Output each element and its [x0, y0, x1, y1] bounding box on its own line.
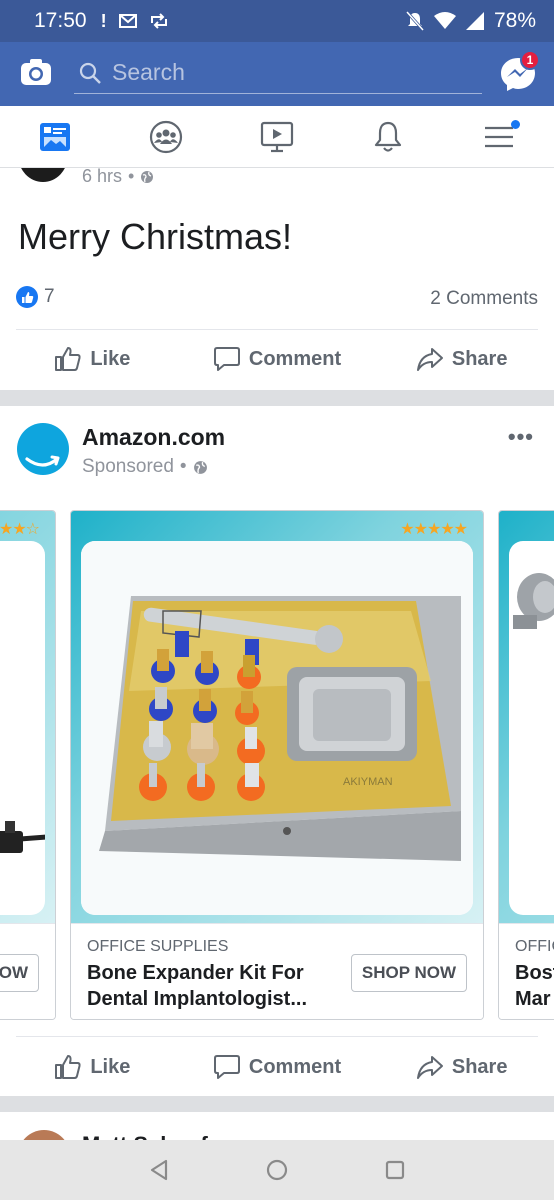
watch-icon: [260, 121, 294, 153]
groups-icon: [150, 120, 183, 154]
tab-menu[interactable]: [443, 106, 554, 168]
tab-notifications[interactable]: [332, 106, 443, 168]
carousel-card[interactable]: ★★★☆ OW: [0, 510, 56, 1020]
product-image: AKIYMAN ★★★★★: [71, 511, 483, 923]
tab-watch[interactable]: [222, 106, 333, 168]
globe-icon: [193, 460, 207, 474]
recents-icon[interactable]: [384, 1159, 406, 1181]
battery-level: 78%: [493, 9, 536, 32]
comment-button[interactable]: Comment: [185, 1054, 370, 1080]
like-button[interactable]: Like: [0, 1054, 185, 1080]
post-meta: 6 hrs •: [82, 168, 154, 187]
signal-icon: [465, 12, 484, 30]
post-card: 6 hrs • Merry Christmas! 7 2 Comments Li…: [0, 168, 554, 390]
like-icon: [55, 1055, 81, 1079]
share-icon: [416, 1056, 443, 1079]
like-reaction-icon: [16, 286, 38, 308]
comments-count[interactable]: 2 Comments: [430, 288, 538, 310]
status-bar: 17:50 ! 78%: [0, 0, 554, 42]
comment-icon: [213, 1055, 240, 1079]
advertiser-avatar[interactable]: [17, 423, 69, 475]
globe-icon: [141, 170, 154, 183]
carousel-card[interactable]: OFFIC Bost Mar: [498, 510, 554, 1020]
comment-icon: [213, 347, 240, 371]
system-navigation-bar: [0, 1140, 554, 1200]
product-title[interactable]: Bost Mar: [515, 960, 554, 1012]
share-button[interactable]: Share: [369, 1054, 554, 1080]
messenger-badge: 1: [520, 50, 540, 70]
camera-icon[interactable]: [20, 56, 52, 88]
svg-text:AKIYMAN: AKIYMAN: [343, 776, 393, 788]
wifi-icon: [433, 12, 456, 29]
share-button[interactable]: Share: [369, 346, 554, 372]
sync-icon: [150, 13, 167, 29]
menu-notification-dot: [510, 120, 520, 129]
product-carousel[interactable]: ★★★☆ OW: [0, 510, 554, 1022]
product-photo: [0, 821, 45, 853]
search-bar[interactable]: [74, 52, 482, 94]
post-actions: Like Comment Share: [0, 1038, 554, 1096]
shop-now-button[interactable]: OW: [0, 954, 39, 992]
post-actions: Like Comment Share: [0, 330, 554, 388]
like-label: Like: [90, 1055, 131, 1078]
post-time[interactable]: 6 hrs: [82, 168, 122, 187]
divider: [16, 1036, 538, 1037]
home-icon[interactable]: [265, 1158, 289, 1182]
share-label: Share: [451, 1055, 508, 1078]
avatar[interactable]: [18, 168, 68, 182]
more-options-button[interactable]: •••: [508, 424, 534, 450]
author-name[interactable]: Matt Schoof: [82, 1132, 208, 1140]
avatar[interactable]: [18, 1130, 70, 1140]
like-button[interactable]: Like: [0, 346, 185, 372]
comment-label: Comment: [248, 1055, 342, 1078]
clock: 17:50: [34, 9, 87, 32]
mute-icon: [405, 11, 424, 31]
sponsored-post: Amazon.com Sponsored • ••• ★★★☆: [0, 406, 554, 1096]
product-photo: [513, 573, 554, 629]
product-image: ★★★☆: [0, 511, 55, 923]
app-header: 1: [0, 42, 554, 106]
reaction-summary[interactable]: 7: [16, 286, 55, 308]
post-text: Merry Christmas!: [18, 216, 293, 257]
search-icon: [79, 62, 101, 84]
comment-button[interactable]: Comment: [185, 346, 370, 372]
product-category: OFFIC: [515, 938, 554, 955]
like-label: Like: [90, 347, 131, 370]
like-count: 7: [44, 286, 55, 307]
carousel-card[interactable]: AKIYMAN ★★★★★ OFFICE SUPPLIES Bone Expan…: [70, 510, 484, 1020]
share-label: Share: [451, 347, 508, 370]
alert-icon: !: [100, 10, 107, 31]
product-category: OFFICE SUPPLIES: [87, 938, 229, 955]
product-photo: AKIYMAN: [81, 541, 473, 915]
back-icon[interactable]: [148, 1159, 170, 1181]
sponsored-text[interactable]: Sponsored: [82, 456, 174, 478]
comment-label: Comment: [248, 347, 342, 370]
news-feed[interactable]: 6 hrs • Merry Christmas! 7 2 Comments Li…: [0, 168, 554, 1140]
product-title[interactable]: Bone Expander Kit For Dental Implantolog…: [87, 960, 337, 1012]
post-card: Matt Schoof: [0, 1112, 554, 1140]
rating-stars: ★★★☆: [0, 521, 40, 538]
gmail-icon: [118, 14, 137, 28]
product-image: [499, 511, 554, 923]
rating-stars: ★★★★★: [400, 521, 468, 538]
sponsored-label: Sponsored •: [82, 456, 208, 478]
notifications-icon: [374, 121, 401, 152]
like-icon: [55, 347, 81, 371]
amazon-smile-icon: [25, 455, 60, 467]
menu-icon: [484, 126, 513, 148]
share-icon: [416, 348, 443, 371]
search-input[interactable]: [112, 59, 452, 86]
tab-groups[interactable]: [111, 106, 222, 168]
shop-now-button[interactable]: SHOP NOW: [350, 954, 467, 992]
advertiser-name[interactable]: Amazon.com: [82, 424, 225, 451]
tab-news-feed[interactable]: [0, 106, 111, 168]
news-feed-icon: [40, 123, 71, 151]
main-nav: [0, 106, 554, 168]
